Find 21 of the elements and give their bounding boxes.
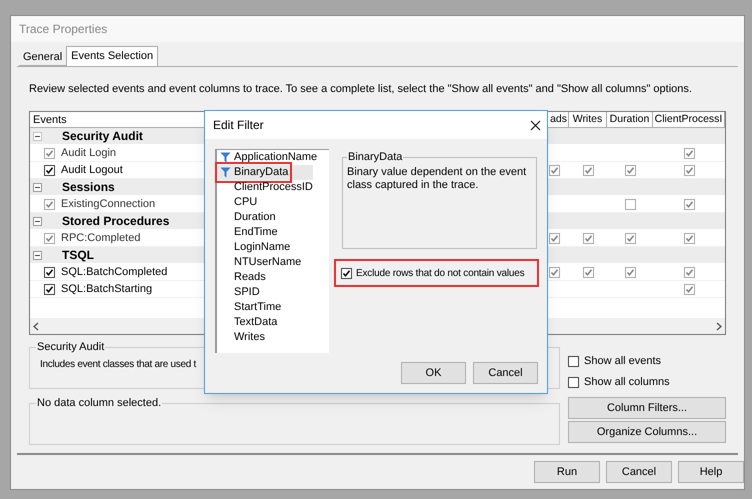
event-label: ExistingConnection: [61, 196, 156, 212]
window-title: Trace Properties: [19, 21, 108, 38]
event-label: SQL:BatchCompleted: [61, 264, 168, 280]
detail-text: Binary value dependent on the event class captured in the trace.: [347, 166, 528, 192]
group-title: BinaryData: [347, 150, 404, 165]
category-label: Stored Procedures: [62, 213, 170, 230]
option-label: Show all columns: [584, 375, 670, 390]
category-label: TSQL: [62, 247, 94, 264]
exclude-label: Exclude rows that do not contain values: [356, 266, 524, 280]
category-label: Security Audit: [62, 128, 143, 145]
event-label: SQL:BatchStarting: [61, 282, 152, 297]
event-label: RPC:Completed: [61, 230, 140, 246]
dialog-title: Edit Filter: [213, 117, 264, 134]
description-text: Includes event classes that are used t: [40, 358, 196, 370]
category-label: Sessions: [62, 179, 115, 196]
event-label: Audit Login: [61, 146, 116, 161]
group-title: No data column selected.: [36, 396, 162, 411]
instructions-text: Review selected events and event columns to trace. To see a complete list, select the "Show all events" and "Show all columns" options.: [29, 82, 692, 97]
group-title: Security Audit: [36, 340, 106, 355]
event-label: Audit Logout: [61, 162, 123, 178]
option-label: Show all events: [584, 354, 662, 370]
